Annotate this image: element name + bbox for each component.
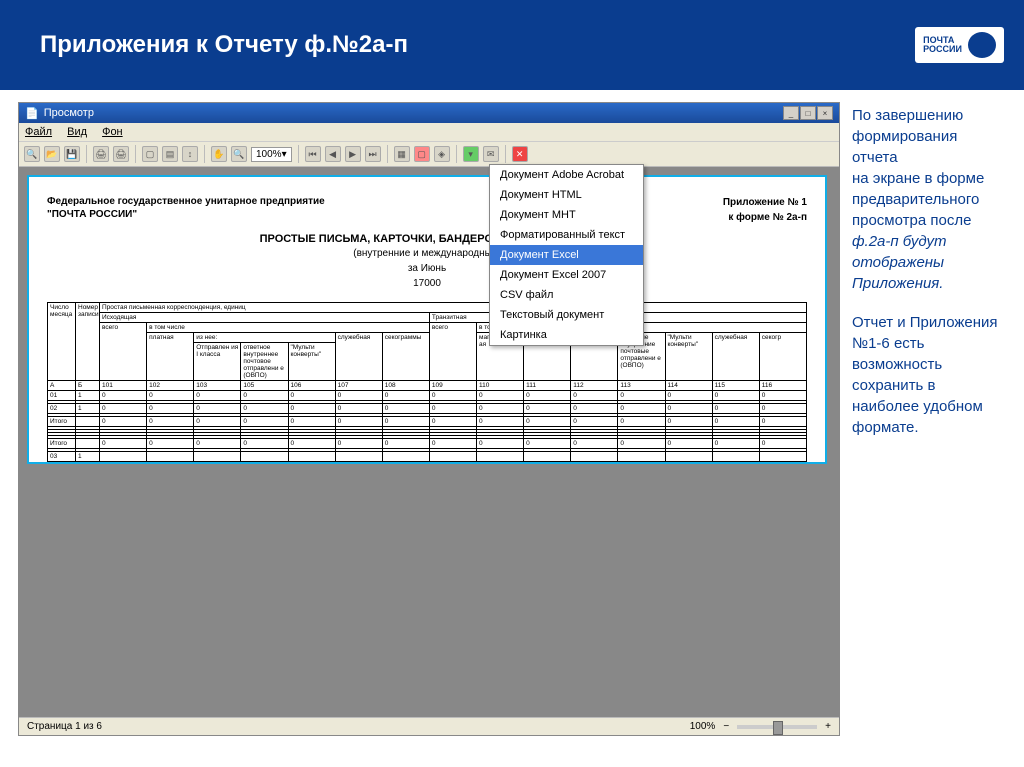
hand-icon[interactable]: ✋: [211, 146, 227, 162]
report-code: 17000: [47, 277, 807, 290]
export-csv[interactable]: CSV файл: [490, 285, 643, 305]
preview-window: 📄 Просмотр _ □ × Файл Вид Фон 🔍 📂 💾: [18, 102, 840, 736]
page-setup-icon[interactable]: ▢: [142, 146, 158, 162]
print-icon[interactable]: 🖨: [93, 146, 109, 162]
export-dropdown: Документ Adobe Acrobat Документ HTML Док…: [489, 164, 644, 346]
minimize-button[interactable]: _: [783, 106, 799, 120]
export-xlsx[interactable]: Документ Excel 2007: [490, 265, 643, 285]
prev-page-icon[interactable]: ◀: [325, 146, 341, 162]
org-name-1: Федеральное государственное унитарное пр…: [47, 195, 325, 208]
app-icon: 📄: [25, 107, 39, 120]
menu-background[interactable]: Фон: [102, 126, 123, 138]
color-icon[interactable]: ▢: [414, 146, 430, 162]
window-title: Просмотр: [44, 107, 94, 119]
toolbar: 🔍 📂 💾 🖨 🖨 ▢ ▤ ↕ ✋ 🔍 100% ▾ ⏮ ◀ ▶ ⏭: [19, 142, 839, 167]
slide-title: Приложения к Отчету ф.№2а-п: [40, 31, 408, 59]
open-icon[interactable]: 📂: [44, 146, 60, 162]
menu-file[interactable]: Файл: [25, 126, 52, 138]
close-button[interactable]: ×: [817, 106, 833, 120]
export-xls[interactable]: Документ Excel: [490, 245, 643, 265]
export-txt[interactable]: Текстовый документ: [490, 305, 643, 325]
print-quick-icon[interactable]: 🖨: [113, 146, 129, 162]
watermark-icon[interactable]: ◈: [434, 146, 450, 162]
menubar: Файл Вид Фон: [19, 123, 839, 142]
export-mht[interactable]: Документ MHT: [490, 205, 643, 225]
zoom-in-icon[interactable]: +: [825, 721, 831, 732]
org-name-2: "ПОЧТА РОССИИ": [47, 208, 325, 221]
eagle-icon: [968, 32, 996, 58]
close-preview-icon[interactable]: ✕: [512, 146, 528, 162]
export-image[interactable]: Картинка: [490, 325, 643, 345]
report-title: ПРОСТЫЕ ПИСЬМА, КАРТОЧКИ, БАНДЕРОЛИ, ДИР…: [47, 233, 807, 245]
menu-view[interactable]: Вид: [67, 126, 87, 138]
zoom-slider[interactable]: [737, 725, 817, 729]
window-titlebar: 📄 Просмотр _ □ ×: [19, 103, 839, 123]
export-rtf[interactable]: Форматированный текст: [490, 225, 643, 245]
statusbar: Страница 1 из 6 100% − +: [19, 717, 839, 735]
export-html[interactable]: Документ HTML: [490, 185, 643, 205]
next-page-icon[interactable]: ▶: [345, 146, 361, 162]
appendix-number: Приложение № 1: [723, 195, 807, 210]
export-pdf[interactable]: Документ Adobe Acrobat: [490, 165, 643, 185]
report-table: Число месяцаНомер записиПростая письменн…: [47, 302, 807, 462]
first-page-icon[interactable]: ⏮: [305, 146, 321, 162]
multipage-icon[interactable]: ▦: [394, 146, 410, 162]
page-indicator: Страница 1 из 6: [27, 721, 102, 732]
zoom-out-icon[interactable]: −: [723, 721, 729, 732]
export-icon[interactable]: ▾: [463, 146, 479, 162]
logo-pochta-rossii: ПОЧТА РОССИИ: [915, 27, 1004, 63]
search-icon[interactable]: 🔍: [24, 146, 40, 162]
email-icon[interactable]: ✉: [483, 146, 499, 162]
scale-icon[interactable]: ↕: [182, 146, 198, 162]
zoom-select[interactable]: 100% ▾: [251, 147, 292, 162]
last-page-icon[interactable]: ⏭: [365, 146, 381, 162]
slide-header: Приложения к Отчету ф.№2а-п ПОЧТА РОССИИ: [0, 0, 1024, 90]
save-icon[interactable]: 💾: [64, 146, 80, 162]
appendix-form: к форме № 2а-п: [723, 210, 807, 225]
page-viewport[interactable]: Федеральное государственное унитарное пр…: [19, 167, 839, 717]
slide-side-note: По завершению формирования отчета на экр…: [840, 90, 1024, 767]
report-page: Федеральное государственное унитарное пр…: [27, 175, 827, 464]
magnify-icon[interactable]: 🔍: [231, 146, 247, 162]
report-subtitle-1: (внутренние и международные): [47, 247, 807, 260]
header-icon[interactable]: ▤: [162, 146, 178, 162]
zoom-label: 100%: [690, 721, 716, 732]
maximize-button[interactable]: □: [800, 106, 816, 120]
report-period: за Июнь: [47, 262, 807, 275]
